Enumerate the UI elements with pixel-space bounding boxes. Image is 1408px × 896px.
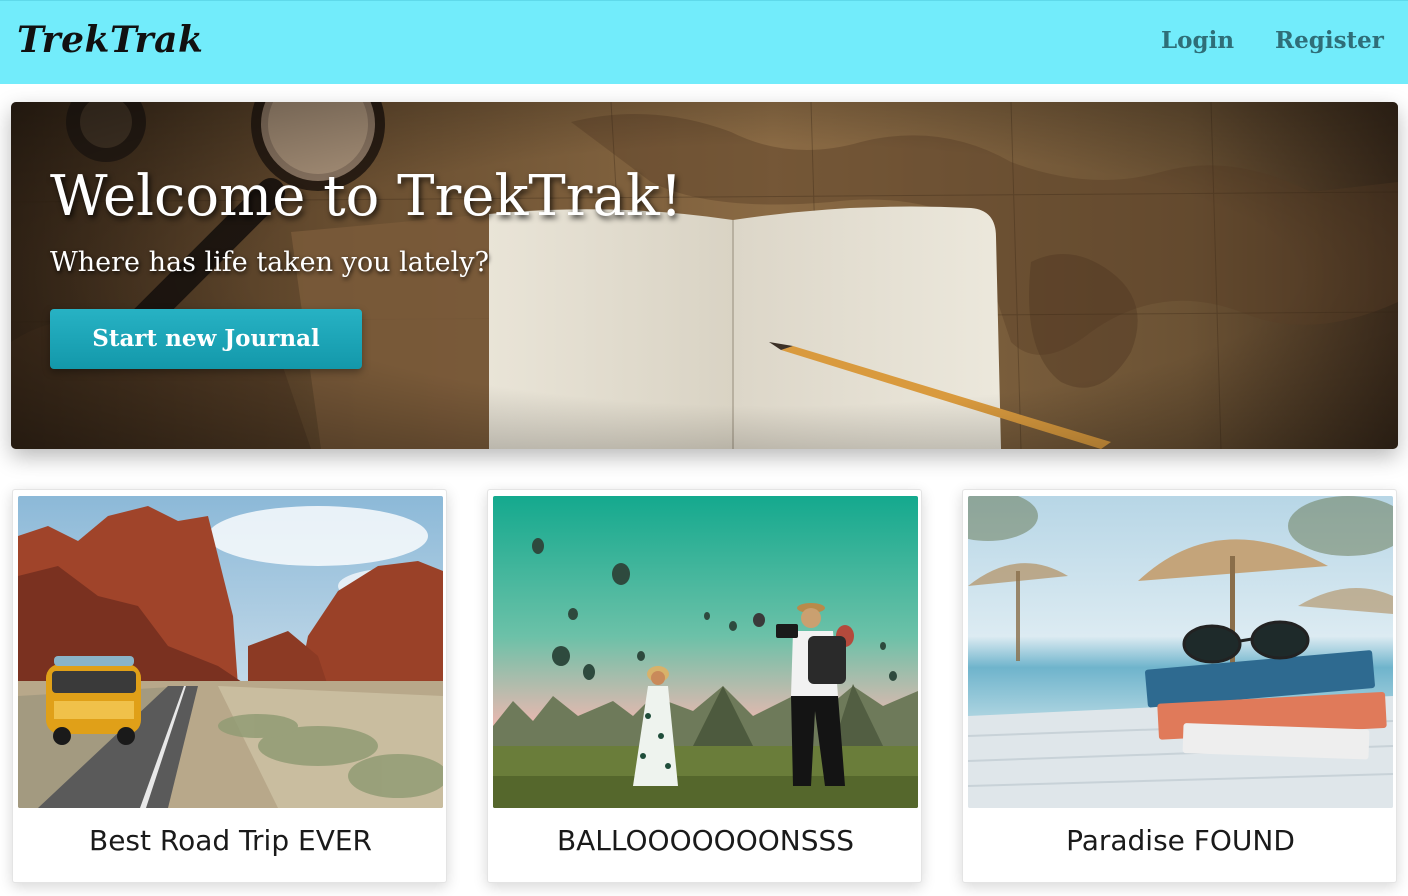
journal-card-title: Paradise FOUND bbox=[1066, 824, 1295, 857]
journal-card-image bbox=[18, 496, 443, 808]
hero-title: Welcome to TrekTrak! bbox=[50, 164, 683, 229]
register-link[interactable]: Register bbox=[1275, 27, 1384, 54]
hero-subtitle: Where has life taken you lately? bbox=[50, 247, 490, 278]
brand-logo[interactable]: TrekTrak bbox=[17, 19, 203, 61]
journal-card[interactable]: BALLOOOOOOONSSS bbox=[487, 489, 922, 883]
journal-card-title: BALLOOOOOOONSSS bbox=[556, 824, 855, 857]
top-navbar: TrekTrak Login Register bbox=[0, 0, 1408, 84]
journal-card-image bbox=[968, 496, 1393, 808]
journal-card[interactable]: Paradise FOUND bbox=[962, 489, 1397, 883]
journal-card[interactable]: Best Road Trip EVER bbox=[12, 489, 447, 883]
journal-card-image bbox=[493, 496, 918, 808]
start-new-journal-button[interactable]: Start new Journal bbox=[50, 309, 362, 369]
journal-card-title: Best Road Trip EVER bbox=[88, 824, 372, 857]
hero-banner: Welcome to TrekTrak! Where has life take… bbox=[11, 102, 1398, 449]
login-link[interactable]: Login bbox=[1161, 27, 1234, 54]
